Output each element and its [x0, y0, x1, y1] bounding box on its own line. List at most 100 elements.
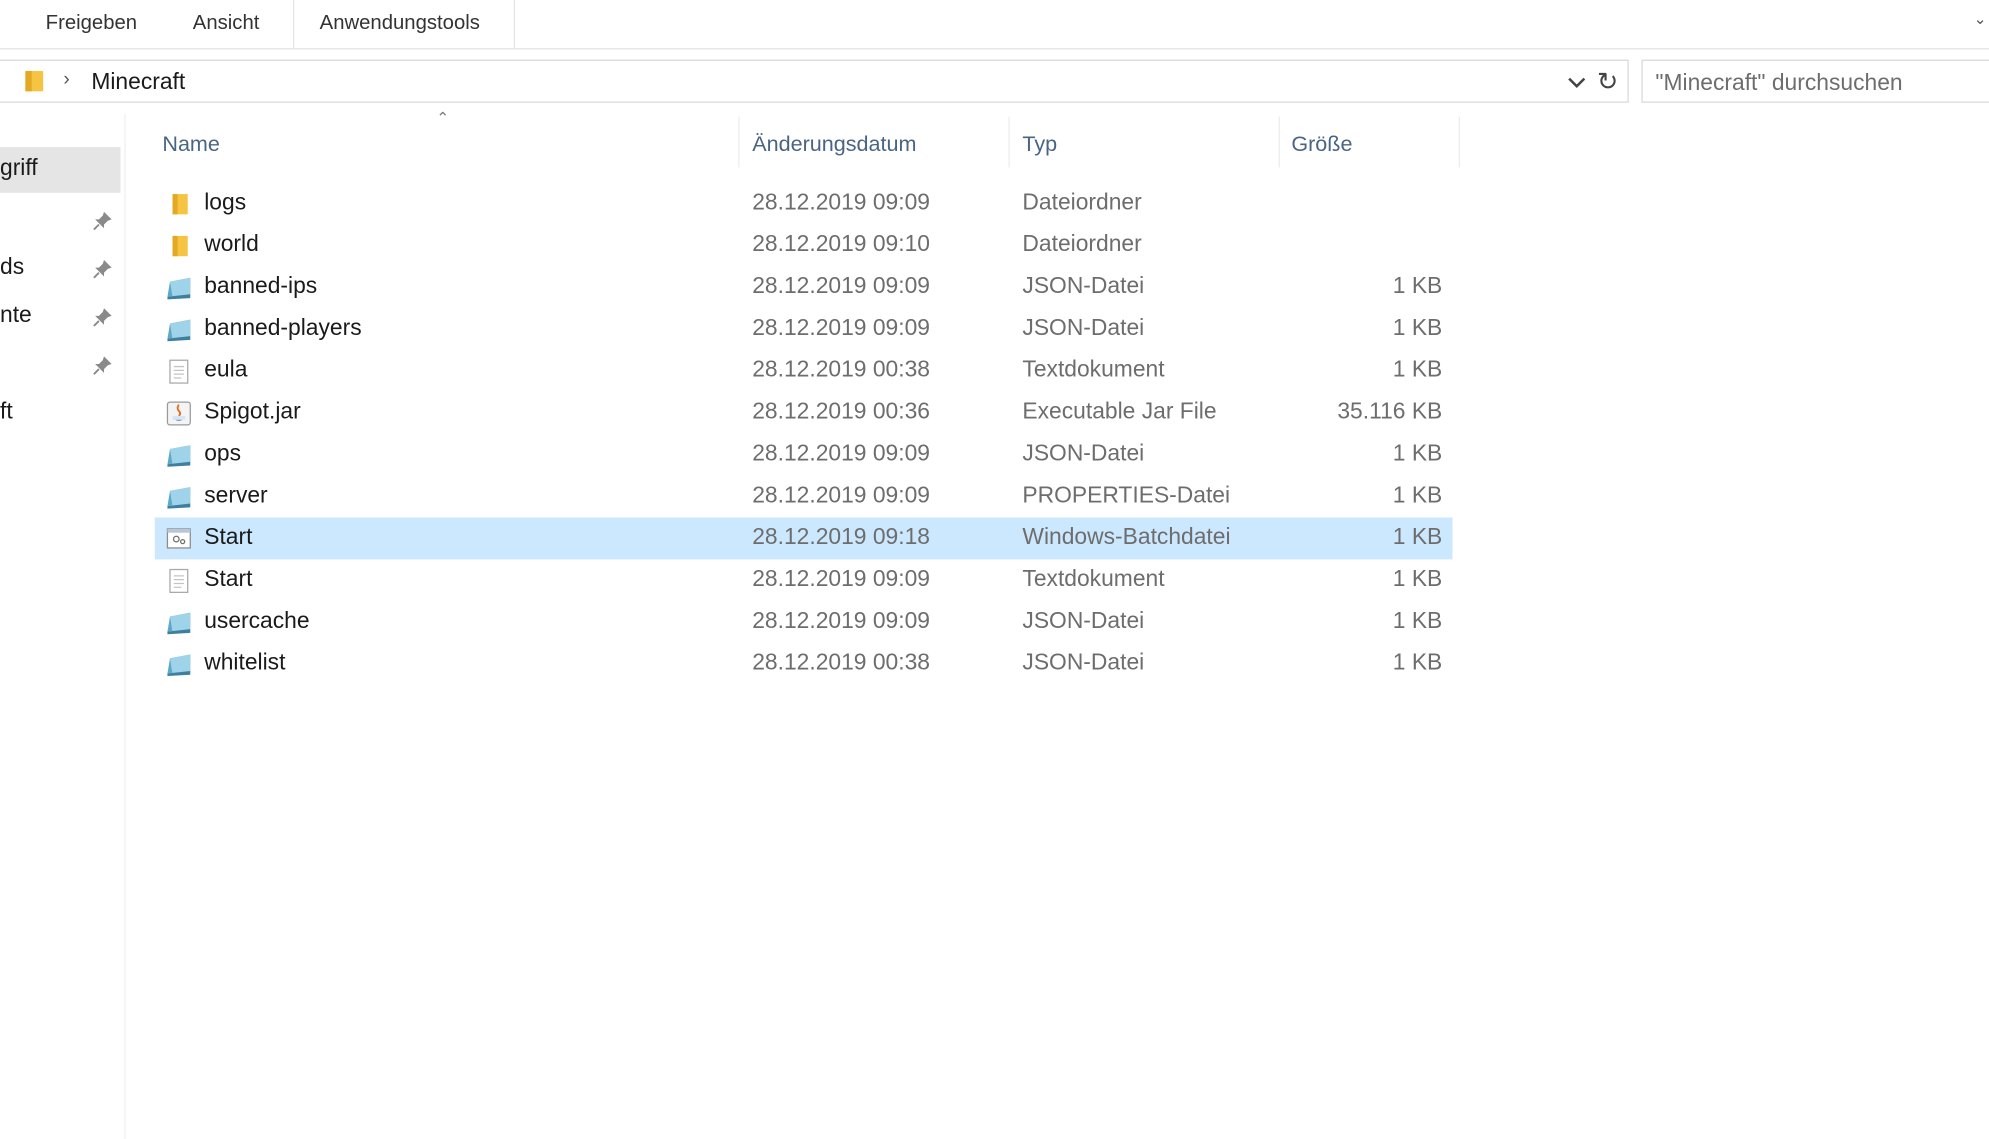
file-type: JSON-Datei [1022, 607, 1145, 633]
file-row-ops[interactable]: ops 28.12.2019 09:09 JSON-Datei 1 KB [155, 434, 1453, 476]
address-bar[interactable]: › Minecraft ↻ [0, 59, 1629, 103]
tab-anwendungstools[interactable]: Anwendungstools [320, 0, 480, 48]
file-row-server[interactable]: server 28.12.2019 09:09 PROPERTIES-Datei… [155, 476, 1453, 518]
file-size: 1 KB [1392, 356, 1443, 382]
json-file-icon [167, 654, 191, 677]
file-name: Start [204, 523, 253, 550]
file-name: eula [204, 356, 248, 382]
file-row-logs[interactable]: logs 28.12.2019 09:09 Dateiordner [155, 183, 1453, 225]
nav-item-pictures[interactable] [0, 342, 121, 388]
file-name: world [204, 230, 259, 257]
nav-item-label: griff [0, 154, 38, 181]
column-header-name[interactable]: Name [162, 127, 220, 165]
file-name: logs [204, 188, 247, 215]
pin-icon[interactable] [93, 355, 113, 375]
pin-icon[interactable] [93, 307, 113, 327]
file-size: 35.116 KB [1337, 398, 1443, 424]
file-size: 1 KB [1392, 440, 1443, 466]
text-file-icon [169, 568, 189, 593]
java-jar-icon [166, 401, 191, 426]
file-date: 28.12.2019 09:09 [752, 440, 930, 466]
file-name: usercache [204, 607, 310, 633]
file-size: 1 KB [1392, 272, 1443, 299]
file-type: JSON-Datei [1022, 314, 1145, 340]
pin-icon[interactable] [93, 211, 113, 231]
file-name: banned-ips [204, 272, 318, 299]
file-row-start-batch[interactable]: Start 28.12.2019 09:18 Windows-Batchdate… [154, 517, 1453, 560]
file-row-spigot-jar[interactable]: Spigot.jar 28.12.2019 00:36 Executable J… [155, 392, 1453, 434]
file-date: 28.12.2019 00:38 [752, 649, 930, 675]
file-type: Windows-Batchdatei [1022, 523, 1231, 550]
file-name: Start [204, 565, 253, 592]
json-file-icon [167, 612, 191, 635]
file-name: ops [204, 440, 242, 466]
ribbon-expand-icon[interactable]: ⌄ [1974, 10, 1987, 28]
sort-ascending-icon: ⌃ [436, 109, 450, 127]
folder-icon [25, 71, 44, 92]
json-file-icon [167, 445, 191, 467]
file-type: Dateiordner [1022, 230, 1142, 257]
file-date: 28.12.2019 09:09 [752, 272, 930, 299]
file-name: banned-players [204, 314, 362, 340]
properties-file-icon [167, 487, 191, 509]
file-type: Textdokument [1022, 356, 1165, 382]
nav-item-label: ds [0, 253, 25, 280]
file-type: PROPERTIES-Datei [1022, 481, 1231, 508]
search-placeholder: "Minecraft" durchsuchen [1655, 69, 1903, 96]
breadcrumb-minecraft[interactable]: Minecraft [91, 68, 185, 95]
file-date: 28.12.2019 09:09 [752, 314, 930, 340]
batch-file-icon [166, 528, 191, 549]
chevron-down-icon[interactable] [1564, 71, 1589, 94]
search-input[interactable]: "Minecraft" durchsuchen [1641, 59, 1989, 103]
breadcrumb-chevron-icon[interactable]: › [63, 68, 69, 90]
file-name: Spigot.jar [204, 398, 301, 424]
file-size: 1 KB [1392, 523, 1443, 550]
file-row-whitelist[interactable]: whitelist 28.12.2019 00:38 JSON-Datei 1 … [155, 643, 1453, 685]
nav-item-quick-access[interactable]: griff [0, 147, 121, 193]
folder-icon [172, 194, 188, 215]
file-row-world[interactable]: world 28.12.2019 09:10 Dateiordner [155, 225, 1453, 267]
text-file-icon [169, 359, 189, 384]
file-row-banned-players[interactable]: banned-players 28.12.2019 09:09 JSON-Dat… [155, 308, 1453, 350]
file-size: 1 KB [1392, 607, 1443, 633]
file-type: JSON-Datei [1022, 440, 1145, 466]
pin-icon[interactable] [93, 259, 113, 279]
tab-freigeben[interactable]: Freigeben [46, 0, 137, 48]
nav-item-documents[interactable]: nte [0, 294, 121, 340]
file-explorer-window: Freigeben Ansicht Anwendungstools ⌄ › Mi… [0, 0, 1989, 1139]
file-type: JSON-Datei [1022, 649, 1145, 675]
column-separator[interactable] [738, 116, 740, 168]
file-date: 28.12.2019 09:10 [752, 230, 930, 257]
nav-item-label: ft [0, 398, 13, 424]
json-file-icon [167, 319, 191, 342]
tab-ansicht[interactable]: Ansicht [193, 0, 260, 48]
file-size: 1 KB [1392, 481, 1443, 508]
file-row-banned-ips[interactable]: banned-ips 28.12.2019 09:09 JSON-Datei 1… [155, 266, 1453, 308]
file-size: 1 KB [1392, 314, 1443, 340]
nav-item-minecraft[interactable]: ft [0, 391, 121, 437]
file-type: Dateiordner [1022, 188, 1142, 215]
file-name: whitelist [204, 649, 286, 675]
file-date: 28.12.2019 09:09 [752, 481, 930, 508]
nav-item-pinned[interactable] [0, 198, 121, 244]
file-name: server [204, 481, 268, 508]
file-type: Textdokument [1022, 565, 1165, 592]
file-type: JSON-Datei [1022, 272, 1145, 299]
column-header-date[interactable]: Änderungsdatum [752, 127, 916, 165]
file-size: 1 KB [1392, 565, 1443, 592]
file-type: Executable Jar File [1022, 398, 1217, 424]
ribbon-separator [293, 0, 295, 49]
nav-item-downloads[interactable]: ds [0, 246, 121, 292]
folder-icon [172, 235, 188, 257]
column-separator[interactable] [1458, 116, 1461, 168]
refresh-icon[interactable]: ↻ [1597, 66, 1618, 98]
file-row-start-text[interactable]: Start 28.12.2019 09:09 Textdokument 1 KB [155, 559, 1453, 601]
column-header-size[interactable]: Größe [1291, 127, 1352, 165]
column-header-type[interactable]: Typ [1022, 127, 1057, 165]
column-separator[interactable] [1008, 116, 1010, 168]
column-separator[interactable] [1278, 116, 1280, 168]
file-date: 28.12.2019 00:38 [752, 356, 930, 382]
file-row-usercache[interactable]: usercache 28.12.2019 09:09 JSON-Datei 1 … [155, 601, 1453, 643]
file-size: 1 KB [1392, 649, 1443, 675]
file-row-eula[interactable]: eula 28.12.2019 00:38 Textdokument 1 KB [155, 350, 1453, 392]
